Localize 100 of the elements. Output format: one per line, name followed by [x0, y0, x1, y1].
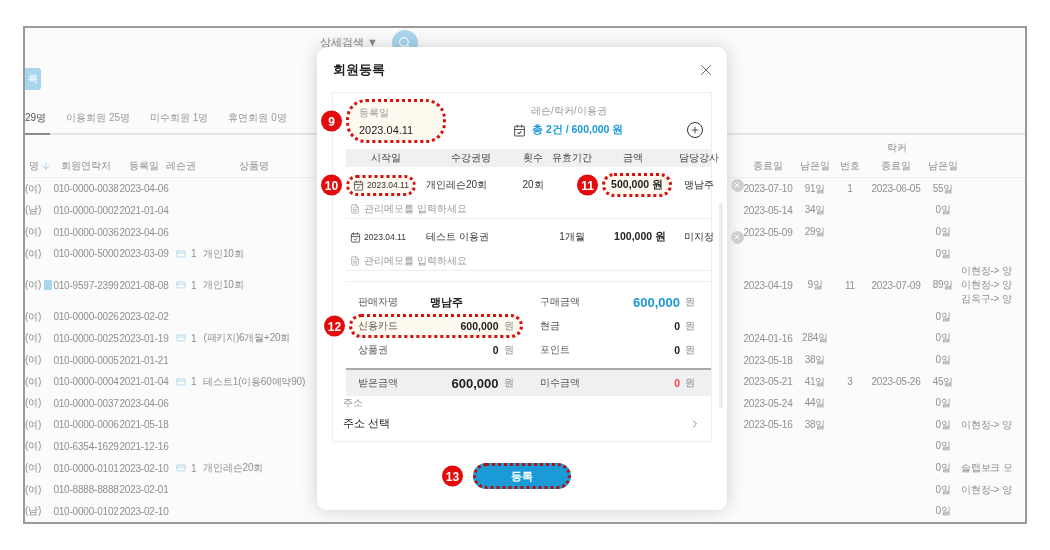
- memo-text: 슬랩보크 모: [961, 461, 1013, 475]
- member-gender: (여): [25, 225, 42, 240]
- payment-value: 600,000: [632, 294, 680, 310]
- payment-label: 현금: [539, 319, 560, 333]
- instructor-name: 맹남주: [683, 178, 715, 193]
- table-cell: 010-0000-0026: [53, 311, 119, 323]
- column-header: 번호: [840, 159, 860, 174]
- table-cell: 2024-01-16: [743, 332, 793, 344]
- table-cell: 55일: [932, 181, 954, 196]
- payment-label: 구매금액: [539, 295, 580, 309]
- instructor-name: 미지정: [683, 230, 715, 245]
- column-header[interactable]: 상품명: [239, 159, 269, 174]
- member-tab[interactable]: 휴면회원 0명: [228, 111, 291, 136]
- calendar-icon: [353, 179, 364, 191]
- column-header[interactable]: 등록일: [129, 159, 159, 174]
- add-button[interactable]: [687, 122, 703, 138]
- start-date-field[interactable]: 2023.04.11: [346, 229, 410, 245]
- member-gender: (여): [25, 417, 42, 432]
- member-tab[interactable]: 29명: [25, 111, 51, 136]
- member-gender: (여): [25, 396, 42, 411]
- table-cell: 0일: [935, 331, 951, 346]
- table-cell: 0일: [935, 246, 951, 261]
- member-gender: (여): [25, 331, 42, 346]
- memo-text: 이현정-> 양: [961, 278, 1012, 293]
- table-cell: 2023-05-09: [743, 226, 793, 238]
- table-cell: 2023-04-06: [119, 226, 169, 238]
- plus-icon: [690, 125, 700, 135]
- detail-search-label[interactable]: 상세검색 ▼: [320, 35, 378, 51]
- member-gender: (여): [25, 439, 42, 454]
- payment-value: 맹남주: [430, 294, 464, 310]
- column-header: 유효기간: [551, 151, 593, 166]
- table-cell: 2023-05-26: [871, 376, 921, 388]
- close-icon: [733, 233, 741, 242]
- table-cell: 38일: [804, 353, 826, 368]
- payment-value: 0: [673, 344, 680, 357]
- card-icon: [176, 463, 186, 473]
- sort-arrow-icon[interactable]: [40, 161, 51, 172]
- table-cell: 010-0000-0102: [53, 505, 119, 517]
- address-selector[interactable]: 주소 주소 선택: [333, 396, 711, 441]
- calendar-icon[interactable]: [513, 123, 526, 137]
- member-gender: (여): [25, 374, 42, 389]
- table-cell: 0일: [935, 461, 951, 475]
- table-cell: 010-0000-0037: [53, 397, 119, 409]
- column-header[interactable]: 회원연락처: [61, 159, 111, 174]
- column-header[interactable]: 명: [29, 159, 39, 174]
- table-cell: 89일: [932, 278, 954, 293]
- member-gender: (남): [25, 504, 42, 519]
- table-cell: (패키지)6개월+20회: [203, 331, 291, 346]
- table-cell: 29일: [804, 225, 826, 240]
- table-cell: 11: [845, 279, 855, 291]
- table-cell: 2023-05-16: [743, 419, 793, 431]
- currency-unit: 원: [685, 343, 695, 358]
- column-header: 시작일: [370, 151, 402, 166]
- memo-input[interactable]: 관리메모를 입력하세요: [364, 203, 514, 215]
- table-cell: 2023-04-06: [119, 183, 169, 195]
- table-cell: 3: [847, 376, 853, 388]
- tickets-summary: 총 2건 / 600,000 원: [532, 123, 624, 137]
- member-gender: (여): [25, 246, 42, 261]
- table-cell: 2021-01-21: [119, 354, 169, 366]
- amount-field[interactable]: 100,000 원: [608, 228, 672, 247]
- table-cell: 0일: [935, 482, 951, 497]
- table-cell: 2023-03-09: [119, 248, 169, 260]
- payment-value: 600,000: [459, 320, 499, 333]
- member-tab[interactable]: 이용회원 25명: [66, 111, 135, 136]
- table-cell: 010-0000-0002: [53, 204, 119, 216]
- column-header: 금액: [622, 151, 644, 166]
- member-tab[interactable]: 미수회원 1명: [150, 111, 213, 136]
- remove-button[interactable]: [730, 230, 744, 244]
- table-cell: 1: [191, 248, 197, 260]
- column-header: 담당강사: [678, 151, 720, 166]
- table-cell: 2023-07-10: [743, 183, 793, 195]
- lesson-name: 개인레슨20회: [426, 178, 489, 193]
- column-header: 남은일: [800, 159, 830, 174]
- member-gender: (여): [25, 181, 42, 196]
- table-cell: 010-6354-1629: [53, 440, 119, 452]
- card-icon: [176, 248, 186, 259]
- column-header: 수강권명: [450, 151, 492, 166]
- payment-value: 0: [673, 377, 680, 390]
- table-cell: 284일: [802, 331, 828, 346]
- table-cell: 0일: [935, 353, 951, 368]
- callout-number: 9: [321, 110, 342, 132]
- table-cell: 2023-05-24: [743, 397, 793, 409]
- table-cell: 91일: [804, 181, 826, 196]
- table-cell: 2023-07-09: [871, 279, 921, 291]
- calendar-icon: [350, 231, 361, 243]
- member-gender: (여): [25, 309, 42, 324]
- table-cell: 010-9597-2399: [53, 279, 119, 291]
- card-icon: [176, 280, 186, 291]
- memo-input[interactable]: 관리메모를 입력하세요: [364, 255, 514, 267]
- remove-button[interactable]: [730, 178, 744, 192]
- callout-number: 12: [324, 315, 345, 337]
- callout-number: 10: [321, 174, 342, 196]
- memo-text: 이현정-> 양: [961, 417, 1012, 432]
- column-header[interactable]: 레슨권: [166, 159, 196, 174]
- currency-unit: 원: [503, 319, 514, 334]
- table-cell: 개인레슨20회: [203, 461, 264, 475]
- dialog-title: 회원등록: [333, 60, 385, 79]
- currency-unit: 원: [503, 376, 514, 391]
- table-cell: 2021-01-04: [119, 204, 169, 216]
- table-cell: 010-0000-0006: [53, 419, 119, 431]
